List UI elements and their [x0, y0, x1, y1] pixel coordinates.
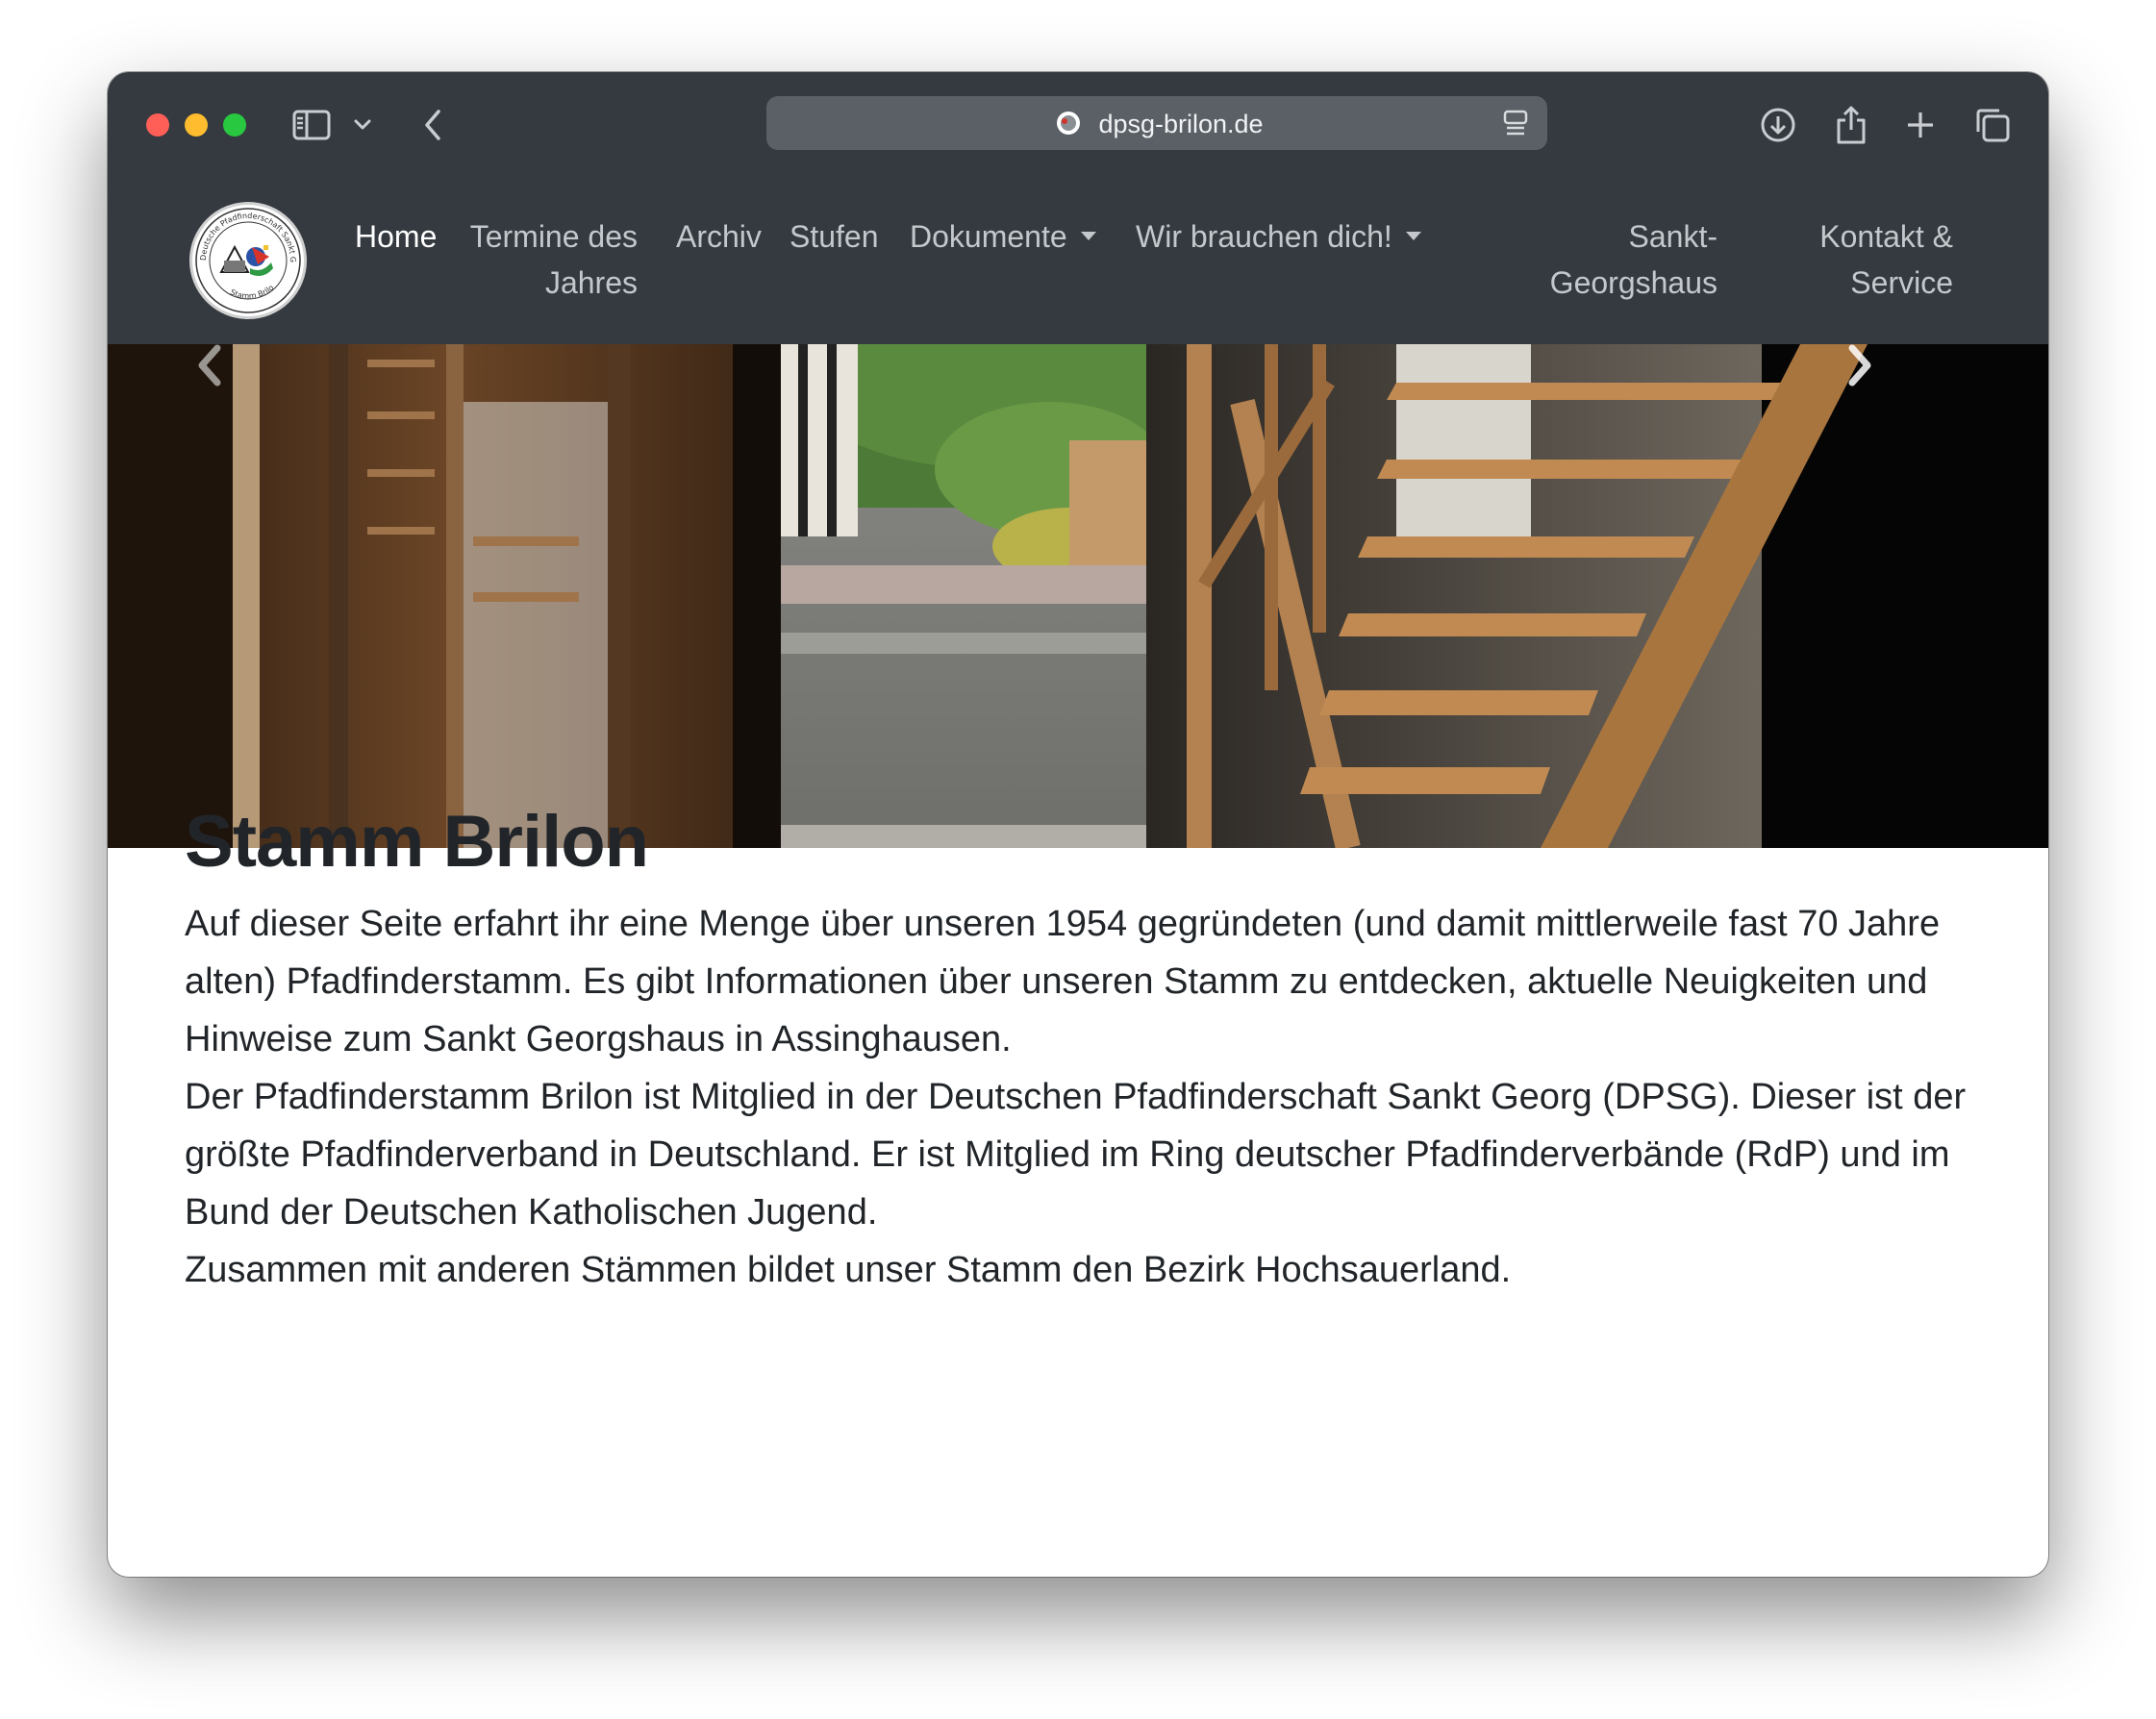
carousel-next-control[interactable]: [1846, 344, 1962, 848]
nav-sankt-georgshaus[interactable]: Sankt- Georgshaus: [1516, 213, 1717, 306]
url-text: dpsg-brilon.de: [1098, 110, 1264, 138]
carousel-prev-control[interactable]: [194, 344, 310, 848]
share-icon[interactable]: [1827, 101, 1875, 149]
new-tab-plus-icon[interactable]: [1896, 101, 1944, 149]
nav-kontakt-service[interactable]: Kontakt & Service: [1763, 213, 1953, 306]
page-title: Stamm Brilon: [185, 801, 649, 883]
site-favicon-icon: [1055, 110, 1082, 141]
download-icon[interactable]: [1754, 101, 1802, 149]
dpsg-brilon-logo[interactable]: Deutsche Pfadfinderschaft Sankt Georg St…: [189, 202, 307, 319]
nav-home[interactable]: Home: [355, 213, 437, 260]
hero-carousel: [108, 344, 2048, 848]
hero-image: [108, 344, 2048, 848]
browser-toolbar: dpsg-brilon.de: [108, 72, 2048, 173]
address-bar[interactable]: dpsg-brilon.de: [766, 96, 1547, 150]
chevron-down-icon[interactable]: [348, 101, 377, 149]
dropdown-caret-icon: [1405, 232, 1421, 241]
sidebar-toggle-icon[interactable]: [290, 101, 333, 149]
nav-wir-brauchen-dich-dropdown[interactable]: Wir brauchen dich!: [1136, 213, 1421, 260]
main-content: Stamm Brilon Auf dieser Seite erfahrt ih…: [185, 798, 1971, 1299]
nav-dokumente-dropdown[interactable]: Dokumente: [910, 213, 1096, 260]
chevron-left-icon: [198, 344, 221, 386]
minimize-window-button[interactable]: [185, 113, 208, 137]
close-window-button[interactable]: [146, 113, 169, 137]
district-paragraph: Zusammen mit anderen Stämmen bildet unse…: [185, 1250, 1512, 1291]
nav-termine-des-jahres[interactable]: Termine des Jahres: [457, 213, 638, 306]
reader-mode-icon[interactable]: [1503, 110, 1528, 141]
chevron-right-icon: [1848, 344, 1871, 386]
browser-window: dpsg-brilon.de Deutsche Pfadfinderschaft…: [108, 72, 2048, 1577]
dropdown-caret-icon: [1080, 232, 1096, 241]
membership-paragraph: Der Pfadfinderstamm Brilon ist Mitglied …: [185, 1077, 1967, 1233]
nav-stufen[interactable]: Stufen: [790, 213, 879, 260]
zoom-window-button[interactable]: [223, 113, 246, 137]
intro-paragraph: Auf dieser Seite erfahrt ihr eine Menge …: [185, 904, 1941, 1060]
tab-overview-icon[interactable]: [1968, 101, 2017, 149]
nav-archiv[interactable]: Archiv: [676, 213, 762, 260]
back-arrow-icon[interactable]: [414, 101, 452, 149]
